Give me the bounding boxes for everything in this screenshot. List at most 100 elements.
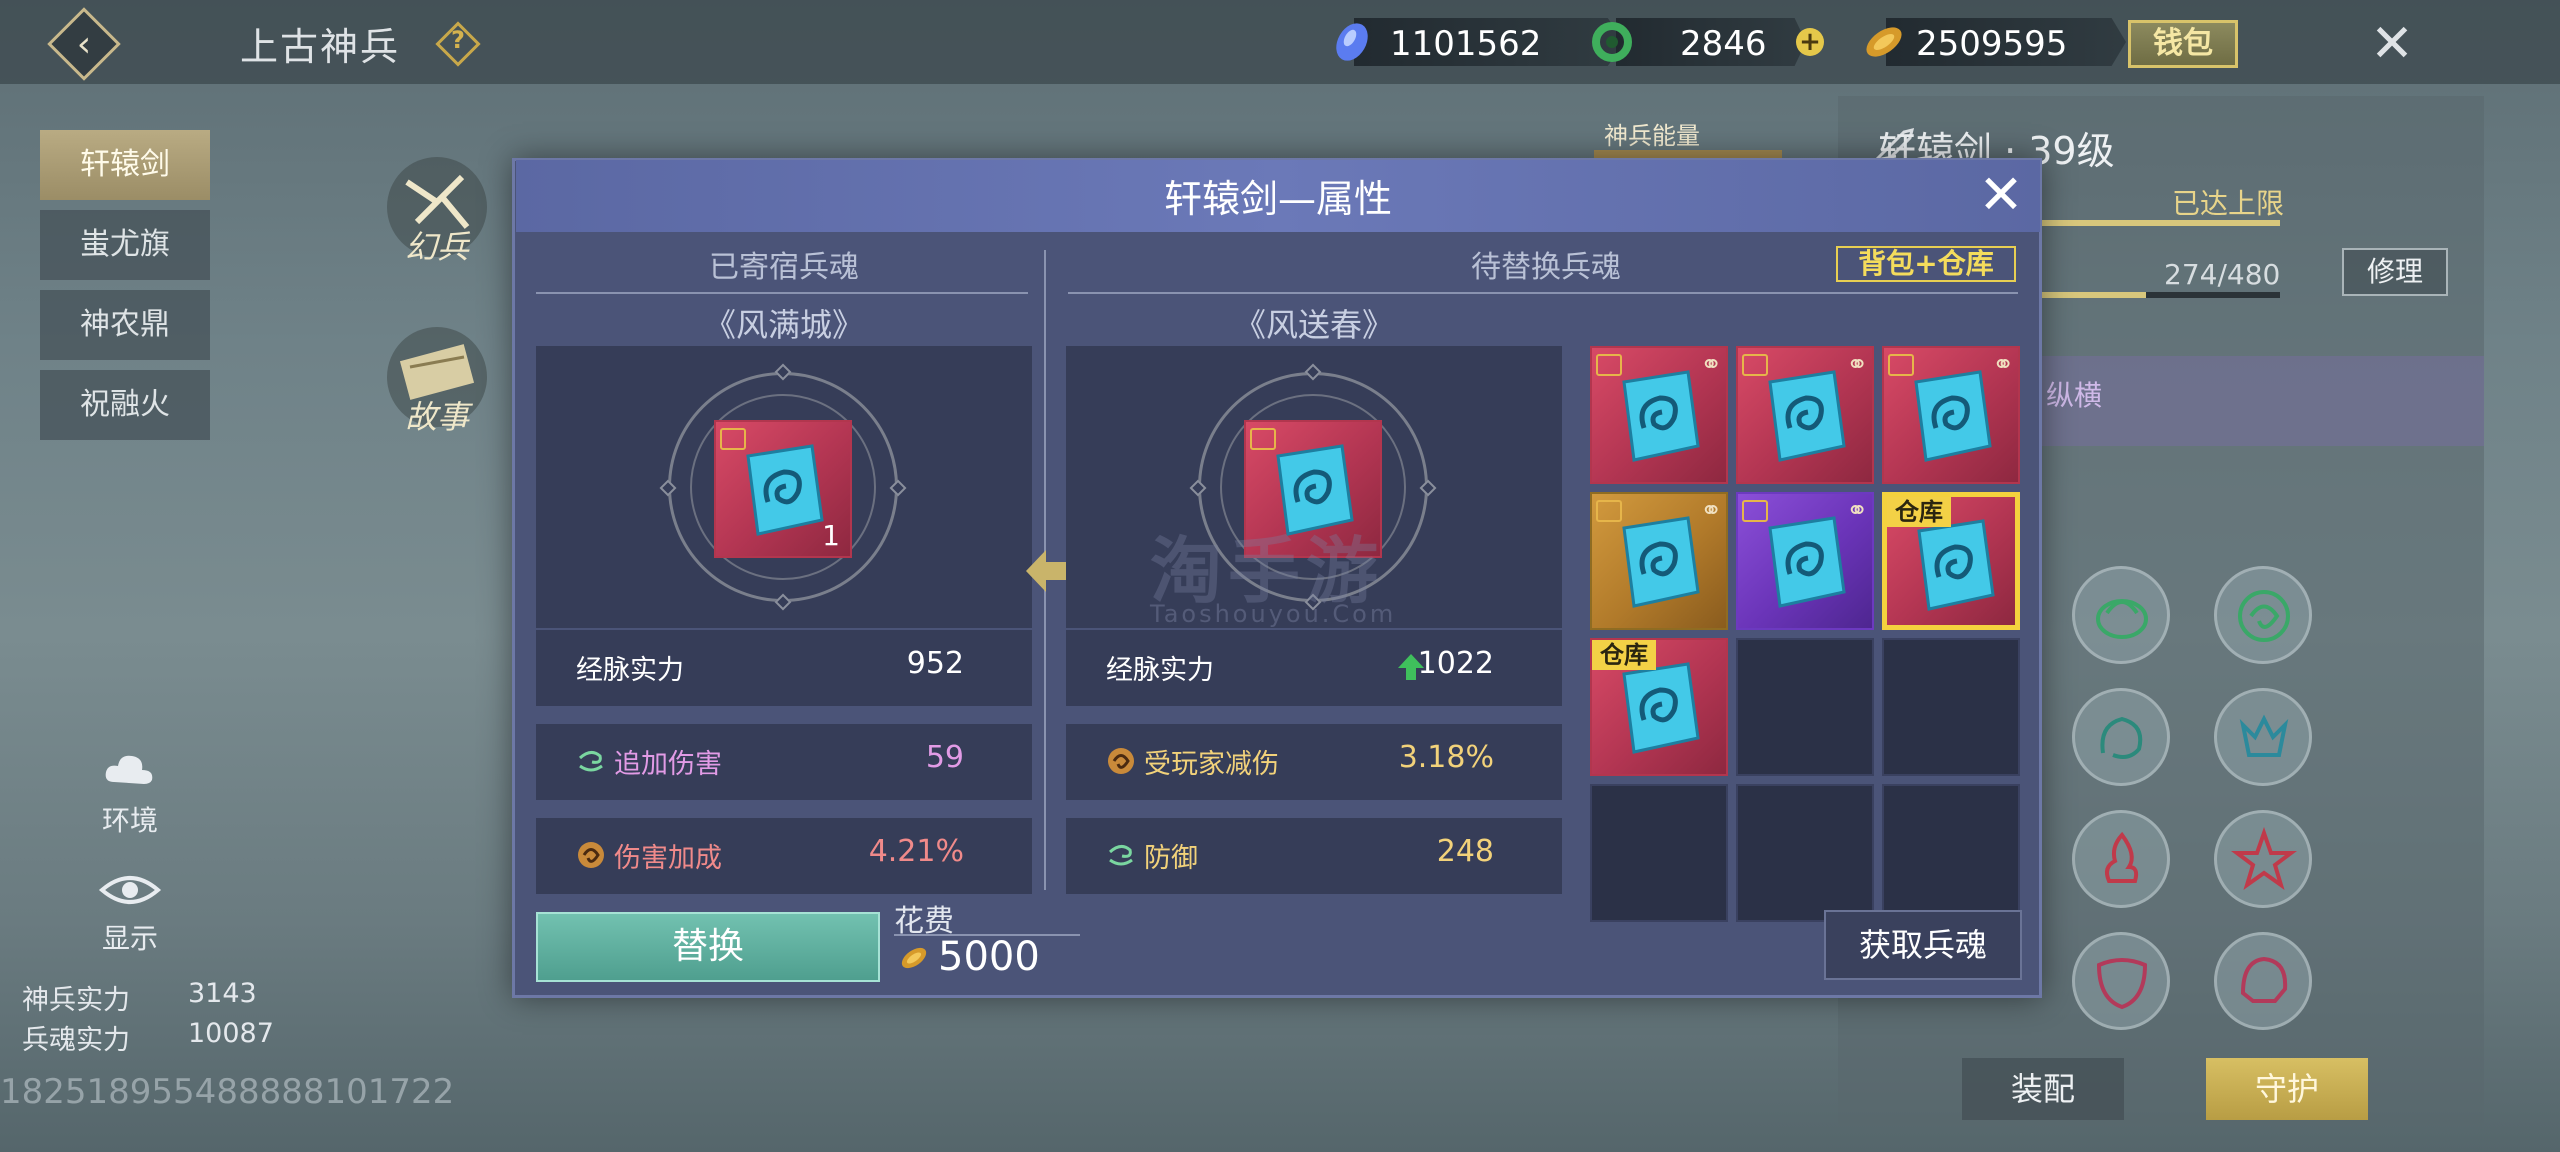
mask-rune-icon bbox=[2096, 958, 2148, 1010]
wind-icon bbox=[578, 751, 603, 772]
stat-label: 追加伤害 bbox=[614, 749, 722, 780]
stat-row: 经脉实力 952 bbox=[536, 630, 1032, 706]
pending-soul-name: 《风送春》 bbox=[1233, 306, 1394, 344]
stat-value: 4.21% bbox=[868, 834, 964, 869]
wind-icon bbox=[1108, 845, 1133, 866]
bag-warehouse-button[interactable]: 背包+仓库 bbox=[1836, 246, 2016, 282]
current-soul-section-title: 已寄宿兵魂 bbox=[709, 250, 859, 285]
stat-value: 1022 bbox=[1417, 646, 1494, 681]
inventory-slot[interactable]: 仓库 bbox=[1590, 638, 1728, 776]
environment-button[interactable]: 环境 bbox=[80, 746, 180, 839]
item-count: 1 bbox=[822, 519, 840, 552]
gold-ingot-icon bbox=[1866, 27, 1902, 57]
soul-scroll-icon bbox=[746, 444, 824, 536]
dragon-rune-icon bbox=[2100, 716, 2143, 759]
soul-scroll-icon bbox=[1622, 370, 1700, 462]
nav-item-chiyou[interactable]: 蚩尤旗 bbox=[40, 210, 210, 280]
level-status: 已达上限 bbox=[2172, 187, 2285, 220]
nav-item-zhurong[interactable]: 祝融火 bbox=[40, 370, 210, 440]
inventory-slot[interactable]: ⚭ bbox=[1736, 346, 1874, 484]
wallet-button[interactable]: 钱包 bbox=[2128, 20, 2238, 68]
rune-slot[interactable] bbox=[2072, 688, 2170, 786]
close-icon[interactable]: ✕ bbox=[2360, 12, 2424, 76]
inventory-slot-empty[interactable] bbox=[1882, 784, 2020, 922]
dialog-title: 轩辕剑—属性 bbox=[1163, 177, 1392, 221]
add-currency-button[interactable]: + bbox=[1796, 28, 1824, 56]
inventory-slot[interactable]: 仓库 bbox=[1882, 492, 2020, 630]
currency-value: 2509595 bbox=[1916, 24, 2068, 64]
stat-label: 伤害加成 bbox=[614, 843, 722, 874]
inventory-slot-empty[interactable] bbox=[1590, 784, 1728, 922]
energy-label: 神兵能量 bbox=[1604, 122, 1700, 150]
chain-link-icon: ⚭ bbox=[1846, 350, 1868, 380]
flame-rune-icon bbox=[2105, 831, 2139, 883]
current-soul-name: 《风满城》 bbox=[703, 306, 864, 344]
inventory-slot-empty[interactable] bbox=[1736, 638, 1874, 776]
inventory-slot-empty[interactable] bbox=[1882, 638, 2020, 776]
currency-value: 1101562 bbox=[1390, 24, 1542, 64]
rune-slot[interactable] bbox=[2214, 688, 2312, 786]
help-button[interactable]: ? bbox=[435, 21, 481, 67]
vortex-icon bbox=[1108, 748, 1134, 774]
current-soul-item[interactable]: 1 bbox=[714, 420, 852, 558]
chain-link-icon: ⚭ bbox=[1992, 350, 2014, 380]
equip-button[interactable]: 装配 bbox=[1962, 1058, 2124, 1120]
weapon-power-value: 3143 bbox=[188, 978, 257, 1009]
rune-slot[interactable] bbox=[2072, 810, 2170, 908]
repair-button[interactable]: 修理 bbox=[2342, 248, 2448, 296]
warehouse-tag: 仓库 bbox=[1887, 497, 1951, 527]
rune-slot[interactable] bbox=[2072, 932, 2170, 1030]
story-button[interactable]: 故事 bbox=[382, 322, 492, 436]
shell-rune-icon bbox=[2096, 599, 2148, 639]
bound-badge-icon bbox=[1888, 354, 1914, 376]
chevron-left-icon: ‹ bbox=[76, 23, 92, 65]
inventory-slot[interactable]: ⚭ bbox=[1590, 346, 1728, 484]
soul-power-value: 10087 bbox=[188, 1018, 274, 1049]
skill-band-text: 纵横 bbox=[2046, 379, 2103, 412]
bound-badge-icon bbox=[1742, 354, 1768, 376]
phantom-weapon-button[interactable]: 幻兵 bbox=[382, 152, 492, 266]
display-button[interactable]: 显示 bbox=[80, 870, 180, 957]
stat-label: 防御 bbox=[1144, 843, 1198, 874]
inventory-slot[interactable]: ⚭ bbox=[1590, 492, 1728, 630]
beast-rune-icon bbox=[2239, 714, 2289, 757]
replace-button[interactable]: 替换 bbox=[536, 912, 880, 982]
jade-ring-icon bbox=[1592, 22, 1632, 62]
soul-scroll-icon bbox=[1768, 516, 1846, 608]
bound-badge-icon bbox=[1596, 500, 1622, 522]
back-button[interactable]: ‹ bbox=[47, 7, 121, 81]
gold-ingot-icon bbox=[901, 947, 927, 969]
rune-slot[interactable] bbox=[2214, 810, 2312, 908]
vortex-icon bbox=[578, 842, 604, 868]
stat-row: 追加伤害 59 bbox=[536, 724, 1032, 800]
display-label: 显示 bbox=[101, 922, 158, 955]
get-soul-button[interactable]: 获取兵魂 bbox=[1824, 910, 2022, 980]
inventory-slot[interactable]: ⚭ bbox=[1882, 346, 2020, 484]
rune-slot[interactable] bbox=[2214, 566, 2312, 664]
dialog-close-icon[interactable]: ✕ bbox=[1970, 164, 2032, 226]
rune-slot[interactable] bbox=[2072, 566, 2170, 664]
bound-badge-icon bbox=[1742, 500, 1768, 522]
environment-label: 环境 bbox=[101, 804, 158, 837]
phantom-label: 幻兵 bbox=[404, 228, 469, 266]
guard-button[interactable]: 守护 bbox=[2206, 1058, 2368, 1120]
warehouse-tag: 仓库 bbox=[1592, 640, 1656, 670]
rune-slot[interactable] bbox=[2214, 932, 2312, 1030]
durability-value: 274/480 bbox=[2164, 258, 2281, 291]
eye-icon bbox=[98, 876, 162, 904]
swirl-rune-icon bbox=[2238, 590, 2290, 642]
stat-row: 防御 248 bbox=[1066, 818, 1562, 894]
currency-value: 2846 bbox=[1680, 24, 1767, 64]
stat-value: 59 bbox=[925, 740, 964, 775]
inventory-slot-empty[interactable] bbox=[1736, 784, 1874, 922]
nav-item-shennong[interactable]: 神农鼎 bbox=[40, 290, 210, 360]
divider bbox=[1068, 292, 2018, 294]
nav-item-xuanyuan[interactable]: 轩辕剑 bbox=[40, 130, 210, 200]
helm-rune-icon bbox=[2240, 956, 2288, 1003]
cloud-icon bbox=[105, 755, 153, 784]
stat-label: 经脉实力 bbox=[576, 655, 684, 686]
stat-label: 受玩家减伤 bbox=[1144, 749, 1279, 780]
inventory-slot[interactable]: ⚭ bbox=[1736, 492, 1874, 630]
stat-value: 952 bbox=[906, 646, 964, 681]
cost-value: 5000 bbox=[938, 934, 1040, 980]
